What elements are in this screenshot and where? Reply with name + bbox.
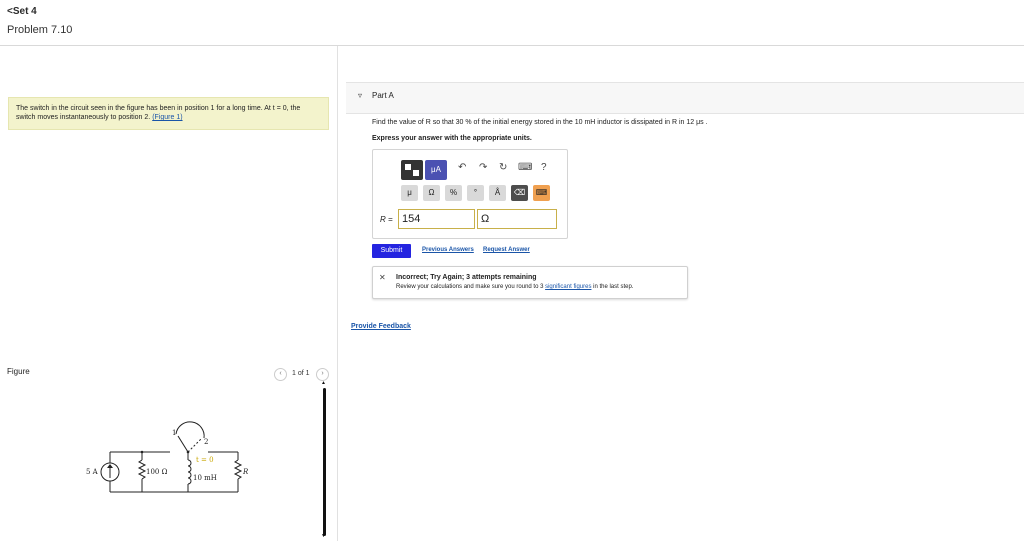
feedback-title: Incorrect; Try Again; 3 attempts remaini… — [396, 274, 537, 281]
instruction-text: Express your answer with the appropriate… — [372, 135, 532, 142]
percent-symbol-button[interactable]: % — [445, 185, 462, 201]
column-divider — [337, 46, 338, 541]
part-label: Part A — [372, 91, 394, 100]
angstrom-symbol-button[interactable]: Å — [489, 185, 506, 201]
provide-feedback-link[interactable]: Provide Feedback — [351, 323, 411, 330]
problem-title: Problem 7.10 — [7, 24, 73, 36]
switch-position-2-label: 2 — [204, 438, 208, 446]
circuit-diagram: 5 A 100 Ω 10 mH R 1 2 t = 0 — [86, 421, 249, 493]
switch-position-2-blade — [187, 437, 203, 453]
figure-scrollbar[interactable] — [323, 388, 326, 536]
figure-pager-text: 1 of 1 — [292, 370, 310, 377]
figure-link[interactable]: (Figure 1) — [152, 114, 182, 121]
inductor-coil-icon — [187, 459, 192, 485]
part-header-bar — [346, 82, 1024, 114]
r-load-label: R — [242, 468, 249, 476]
redo-icon[interactable]: ↷ — [479, 162, 487, 173]
switch-position-1-label: 1 — [172, 429, 176, 437]
keyboard-icon[interactable]: ⌨ — [518, 162, 532, 173]
help-icon[interactable]: ? — [541, 162, 547, 173]
switch-arc — [175, 421, 205, 439]
inductor-label: 10 mH — [193, 474, 217, 482]
figure-heading: Figure — [7, 367, 30, 376]
problem-statement: The switch in the circuit seen in the fi… — [8, 97, 329, 130]
source-label: 5 A — [86, 468, 99, 476]
request-answer-link[interactable]: Request Answer — [483, 247, 530, 253]
units-button[interactable]: μA — [425, 160, 447, 180]
feedback-box — [372, 266, 688, 299]
node-dot — [186, 450, 190, 454]
keyboard-toggle-button[interactable]: ⌨ — [533, 185, 550, 201]
r1-label: 100 Ω — [146, 468, 168, 476]
answer-value-input[interactable]: 154 — [398, 209, 475, 229]
current-arrow-head — [107, 464, 113, 468]
incorrect-icon: ✕ — [379, 273, 386, 282]
reset-icon[interactable]: ↻ — [499, 162, 507, 173]
previous-figure-button[interactable]: ‹ — [274, 368, 287, 381]
significant-figures-link[interactable]: significant figures — [545, 284, 591, 290]
degree-symbol-button[interactable]: ° — [467, 185, 484, 201]
switch-time-label: t = 0 — [196, 456, 214, 464]
r-load-resistor-icon — [233, 459, 243, 480]
mu-symbol-button[interactable]: μ — [401, 185, 418, 201]
answer-unit-input[interactable]: Ω — [477, 209, 557, 229]
answer-variable-label: R = — [380, 215, 393, 224]
r1-resistor-icon — [137, 459, 147, 480]
backspace-button[interactable]: ⌫ — [511, 185, 528, 201]
back-to-set-link[interactable]: <Set 4 — [7, 6, 37, 17]
switch-blade — [177, 435, 189, 453]
feedback-message-prefix: Review your calculations and make sure y… — [396, 284, 546, 290]
header-divider — [0, 45, 1024, 46]
previous-answers-link[interactable]: Previous Answers — [422, 247, 474, 253]
submit-button[interactable]: Submit — [372, 244, 411, 258]
feedback-message: Review your calculations and make sure y… — [396, 284, 633, 290]
question-text: Find the value of R so that 30 % of the … — [372, 119, 708, 126]
templates-button[interactable] — [401, 160, 423, 180]
ohm-symbol-button[interactable]: Ω — [423, 185, 440, 201]
scroll-up-arrow-icon[interactable]: ▲ — [321, 380, 326, 386]
collapse-toggle-icon[interactable]: ▿ — [358, 91, 362, 100]
scroll-down-arrow-icon[interactable]: ▼ — [321, 533, 326, 539]
node-dot — [140, 450, 144, 454]
feedback-message-suffix: in the last step. — [591, 284, 634, 290]
undo-icon[interactable]: ↶ — [458, 162, 466, 173]
